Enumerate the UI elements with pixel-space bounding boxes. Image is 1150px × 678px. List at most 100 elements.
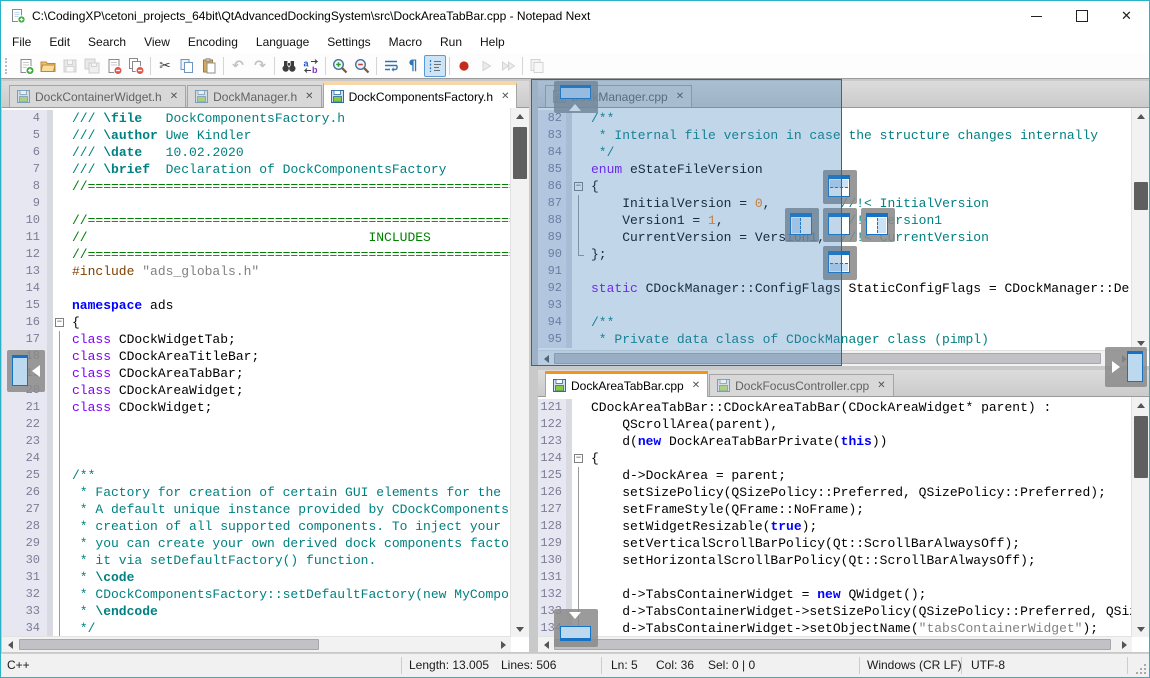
fold-marker[interactable]: − xyxy=(572,450,587,467)
tab-close-icon[interactable]: ✕ xyxy=(692,380,700,391)
code-line[interactable]: 14 xyxy=(2,280,511,297)
code-line[interactable]: 31 * \code xyxy=(2,569,511,586)
scrollbar-thumb[interactable] xyxy=(19,639,319,650)
show-all-characters-button[interactable]: ¶ xyxy=(402,55,424,77)
menu-item-encoding[interactable]: Encoding xyxy=(179,32,247,52)
paste-button[interactable] xyxy=(198,55,220,77)
code-line[interactable]: 19class CDockAreaTabBar; xyxy=(2,365,511,382)
maximize-button[interactable] xyxy=(1059,2,1104,30)
autohide-bottom-indicator[interactable] xyxy=(554,609,598,647)
code-line[interactable]: 7/// \brief Declaration of DockComponent… xyxy=(2,161,511,178)
toolbar-grip-handle[interactable] xyxy=(5,58,10,74)
left-horizontal-scrollbar[interactable] xyxy=(2,636,511,652)
code-line[interactable]: 6/// \date 10.02.2020 xyxy=(2,144,511,161)
code-line[interactable]: 131 xyxy=(538,569,1132,586)
code-line[interactable]: 129 setVerticalScrollBarPolicy(Qt::Scrol… xyxy=(538,535,1132,552)
code-line[interactable]: 12//====================================… xyxy=(2,246,511,263)
tab-dockareatabbar-cpp[interactable]: DockAreaTabBar.cpp✕ xyxy=(545,371,708,397)
left-code-area[interactable]: 4/// \file DockComponentsFactory.h5/// \… xyxy=(2,110,511,637)
dock-right-indicator[interactable] xyxy=(861,208,895,242)
resize-grip[interactable] xyxy=(1134,662,1146,674)
close-file-button[interactable] xyxy=(103,55,125,77)
status-encoding[interactable]: UTF-8 xyxy=(971,658,1005,672)
scrollbar-thumb[interactable] xyxy=(554,639,1111,650)
tab-dockcontainerwidget-h[interactable]: DockContainerWidget.h✕ xyxy=(9,85,186,107)
menu-item-file[interactable]: File xyxy=(3,32,40,52)
scroll-up-icon[interactable] xyxy=(1132,108,1150,123)
close-all-button[interactable] xyxy=(125,55,147,77)
code-line[interactable]: 23 xyxy=(2,433,511,450)
scroll-right-icon[interactable] xyxy=(496,637,511,652)
word-wrap-button[interactable] xyxy=(380,55,402,77)
code-line[interactable]: 26 * Factory for creation of certain GUI… xyxy=(2,484,511,501)
menu-item-view[interactable]: View xyxy=(135,32,179,52)
copy-button[interactable] xyxy=(176,55,198,77)
close-button[interactable]: ✕ xyxy=(1104,2,1149,30)
code-line[interactable]: 127 setFrameStyle(QFrame::NoFrame); xyxy=(538,501,1132,518)
bottom-right-editor[interactable]: 121CDockAreaTabBar::CDockAreaTabBar(CDoc… xyxy=(538,397,1150,652)
tab-close-icon[interactable]: ✕ xyxy=(501,91,509,102)
code-line[interactable]: 25/** xyxy=(2,467,511,484)
tab-close-icon[interactable]: ✕ xyxy=(170,91,178,102)
new-file-button[interactable] xyxy=(15,55,37,77)
code-line[interactable]: 4/// \file DockComponentsFactory.h xyxy=(2,110,511,127)
tab-dockcomponentsfactory-h[interactable]: DockComponentsFactory.h✕ xyxy=(323,82,518,108)
zoom-out-button[interactable] xyxy=(351,55,373,77)
code-line[interactable]: 123 d(new DockAreaTabBarPrivate(this)) xyxy=(538,433,1132,450)
code-line[interactable]: 24 xyxy=(2,450,511,467)
code-line[interactable]: 5/// \author Uwe Kindler xyxy=(2,127,511,144)
bottom-right-vertical-scrollbar[interactable] xyxy=(1131,397,1150,637)
code-line[interactable]: 22 xyxy=(2,416,511,433)
left-editor[interactable]: 4/// \file DockComponentsFactory.h5/// \… xyxy=(2,108,529,652)
tab-close-icon[interactable]: ✕ xyxy=(305,91,313,102)
code-line[interactable]: 125 d->DockArea = parent; xyxy=(538,467,1132,484)
code-line[interactable]: 124−{ xyxy=(538,450,1132,467)
fold-marker[interactable]: − xyxy=(53,314,68,331)
code-line[interactable]: 17class CDockWidgetTab; xyxy=(2,331,511,348)
scrollbar-thumb[interactable] xyxy=(513,127,527,179)
code-line[interactable]: 21class CDockWidget; xyxy=(2,399,511,416)
menu-item-search[interactable]: Search xyxy=(79,32,135,52)
macro-record-button[interactable] xyxy=(453,55,475,77)
scroll-up-icon[interactable] xyxy=(1132,397,1150,412)
code-line[interactable]: 130 setHorizontalScrollBarPolicy(Qt::Scr… xyxy=(538,552,1132,569)
replace-button[interactable]: ab xyxy=(300,55,322,77)
bottom-right-horizontal-scrollbar[interactable] xyxy=(538,636,1132,652)
cut-button[interactable]: ✂ xyxy=(154,55,176,77)
code-line[interactable]: 16−{ xyxy=(2,314,511,331)
code-line[interactable]: 18class CDockAreaTitleBar; xyxy=(2,348,511,365)
code-line[interactable]: 32 * CDockComponentsFactory::setDefaultF… xyxy=(2,586,511,603)
scroll-left-icon[interactable] xyxy=(538,637,553,652)
code-line[interactable]: 20class CDockAreaWidget; xyxy=(2,382,511,399)
code-line[interactable]: 28 * creation of all supported component… xyxy=(2,518,511,535)
menu-item-help[interactable]: Help xyxy=(471,32,514,52)
left-vertical-scrollbar[interactable] xyxy=(510,108,529,637)
code-line[interactable]: 126 setSizePolicy(QSizePolicy::Preferred… xyxy=(538,484,1132,501)
code-line[interactable]: 33 * \endcode xyxy=(2,603,511,620)
status-language[interactable]: C++ xyxy=(7,658,30,672)
top-right-vertical-scrollbar[interactable] xyxy=(1131,108,1150,351)
menu-item-macro[interactable]: Macro xyxy=(380,32,431,52)
code-line[interactable]: 133 d->TabsContainerWidget->setSizePolic… xyxy=(538,603,1132,620)
scroll-right-icon[interactable] xyxy=(1117,637,1132,652)
code-line[interactable]: 30 * it via setDefaultFactory() function… xyxy=(2,552,511,569)
code-line[interactable]: 122 QScrollArea(parent), xyxy=(538,416,1132,433)
code-line[interactable]: 13#include "ads_globals.h" xyxy=(2,263,511,280)
code-line[interactable]: 132 d->TabsContainerWidget = new QWidget… xyxy=(538,586,1132,603)
scroll-down-icon[interactable] xyxy=(511,622,529,637)
minimize-button[interactable] xyxy=(1014,2,1059,30)
menu-item-settings[interactable]: Settings xyxy=(318,32,379,52)
tab-close-icon[interactable]: ✕ xyxy=(877,380,885,391)
scroll-up-icon[interactable] xyxy=(511,108,529,123)
autohide-left-indicator[interactable] xyxy=(7,350,45,392)
code-line[interactable]: 29 * you can create your own derived doc… xyxy=(2,535,511,552)
zoom-in-button[interactable] xyxy=(329,55,351,77)
menu-item-language[interactable]: Language xyxy=(247,32,318,52)
menu-item-run[interactable]: Run xyxy=(431,32,471,52)
scrollbar-thumb[interactable] xyxy=(1134,416,1148,478)
code-line[interactable]: 121CDockAreaTabBar::CDockAreaTabBar(CDoc… xyxy=(538,399,1132,416)
code-line[interactable]: 15namespace ads xyxy=(2,297,511,314)
find-button[interactable] xyxy=(278,55,300,77)
code-line[interactable]: 134 d->TabsContainerWidget->setObjectNam… xyxy=(538,620,1132,637)
code-line[interactable]: 11// INCLUDES xyxy=(2,229,511,246)
